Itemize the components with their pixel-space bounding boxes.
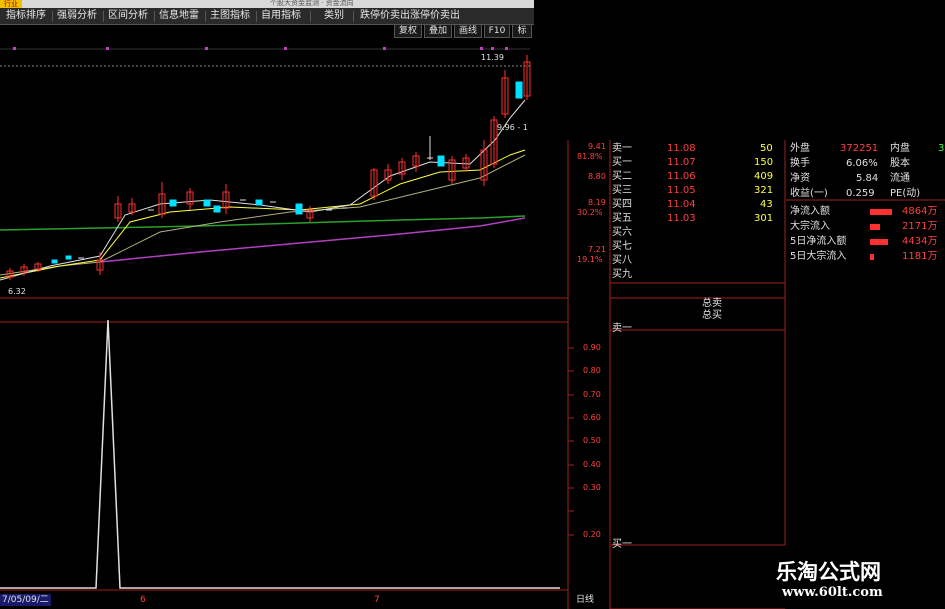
date-axis: 7/05/09/二 6 7 日线 [0,594,610,609]
orderbook-price-5: 11.03 [667,213,696,224]
lower-tick-6: 0.40 [583,460,601,469]
axis-pct-2: 30.2% [577,208,603,217]
lower-tick-2: 0.80 [583,366,601,375]
total-sell-label: 总卖 [702,298,722,309]
orderbook-price-2: 11.06 [667,171,696,182]
orderbook-label-3: 买三 [612,185,632,196]
outer-label: 外盘 [790,143,810,154]
cursor-date: 7/05/09/二 [0,594,51,606]
total-buy-label: 总买 [702,310,722,321]
netasset-label: 净资 [790,173,810,184]
orderbook-label-9: 买九 [612,269,632,280]
orderbook-label-4: 买四 [612,199,632,210]
ma5-line [0,99,526,281]
inner-value: 3 [938,143,945,154]
flow-label-2: 大宗流入 [790,221,830,232]
flow-value-1: 4864万 [902,206,938,217]
lower-tick-8: 0.20 [583,530,601,539]
lower-tick-1: 0.90 [583,343,601,352]
flow-label-1: 净流入额 [790,206,830,217]
lower-tick-4: 0.60 [583,413,601,422]
flow-bar-2 [870,224,880,230]
flow-bar-4 [870,254,874,260]
lower-tick-5: 0.50 [583,436,601,445]
orderbook-vol-1: 150 [754,157,774,168]
ma20-line [0,154,526,276]
month-label-1: 6 [140,595,146,605]
low-price-label: 6.32 [8,287,26,296]
period-tab-daily[interactable]: 日线 [576,594,594,606]
lower-tick-7: 0.30 [583,483,601,492]
inner-label: 内盘 [890,143,910,154]
orderbook-label-6: 买六 [612,227,632,238]
float-label: 流通 [890,173,910,184]
orderbook-vol-2: 409 [754,171,774,182]
high-price-label: 11.39 [481,53,504,62]
volume-spike [0,319,560,589]
flow-bar-1 [870,209,892,215]
axis-pct-1: 81.8% [577,152,603,161]
chart-canvas [0,47,945,609]
ma10-line [0,149,526,279]
lower-sell-label: 卖一 [612,323,632,334]
ma120-line [99,217,526,263]
pe-label: PE(动) [890,188,921,199]
orderbook-vol-0: 50 [760,143,773,154]
orderbook-label-0: 卖一 [612,143,632,154]
orderbook-label-7: 买七 [612,241,632,252]
axis-price-2: 8.80 [588,172,606,181]
watermark: 乐淘公式网 www.60lt.com [752,552,942,608]
equity-label: 股本 [890,158,910,169]
orderbook-label-1: 买一 [612,157,632,168]
flow-label-4: 5日大宗流入 [790,251,847,262]
orderbook-vol-3: 321 [754,185,774,196]
watermark-url: www.60lt.com [782,585,883,600]
lower-tick-3: 0.70 [583,390,601,399]
orderbook-price-1: 11.07 [667,157,696,168]
turnover-value: 6.06% [846,158,878,169]
flow-label-3: 5日净流入额 [790,236,847,247]
ma60-line [0,215,526,231]
orderbook-price-4: 11.04 [667,199,696,210]
flow-value-2: 2171万 [902,221,938,232]
orderbook-price-3: 11.05 [667,185,696,196]
flow-value-3: 4434万 [902,236,938,247]
orderbook-label-8: 买八 [612,255,632,266]
turnover-label: 换手 [790,158,810,169]
orderbook-label-5: 买五 [612,213,632,224]
flow-bar-3 [870,239,888,245]
outer-value: 372251 [840,143,879,154]
watermark-title: 乐淘公式网 [776,559,881,584]
mid-price-label: 9.96 - 1 [497,123,528,132]
lower-buy-label: 买一 [612,539,632,550]
earnings-label: 收益(一) [790,188,828,199]
orderbook-vol-4: 43 [760,199,773,210]
axis-pct-3: 19.1% [577,255,603,264]
lower-axis-ticks [568,347,574,536]
orderbook-label-2: 买二 [612,171,632,182]
earnings-value: 0.259 [846,188,875,199]
netasset-value: 5.84 [856,173,879,184]
month-label-2: 7 [374,595,380,605]
orderbook-vol-5: 301 [754,213,774,224]
orderbook-price-0: 11.08 [667,143,696,154]
flow-value-4: 1181万 [902,251,938,262]
